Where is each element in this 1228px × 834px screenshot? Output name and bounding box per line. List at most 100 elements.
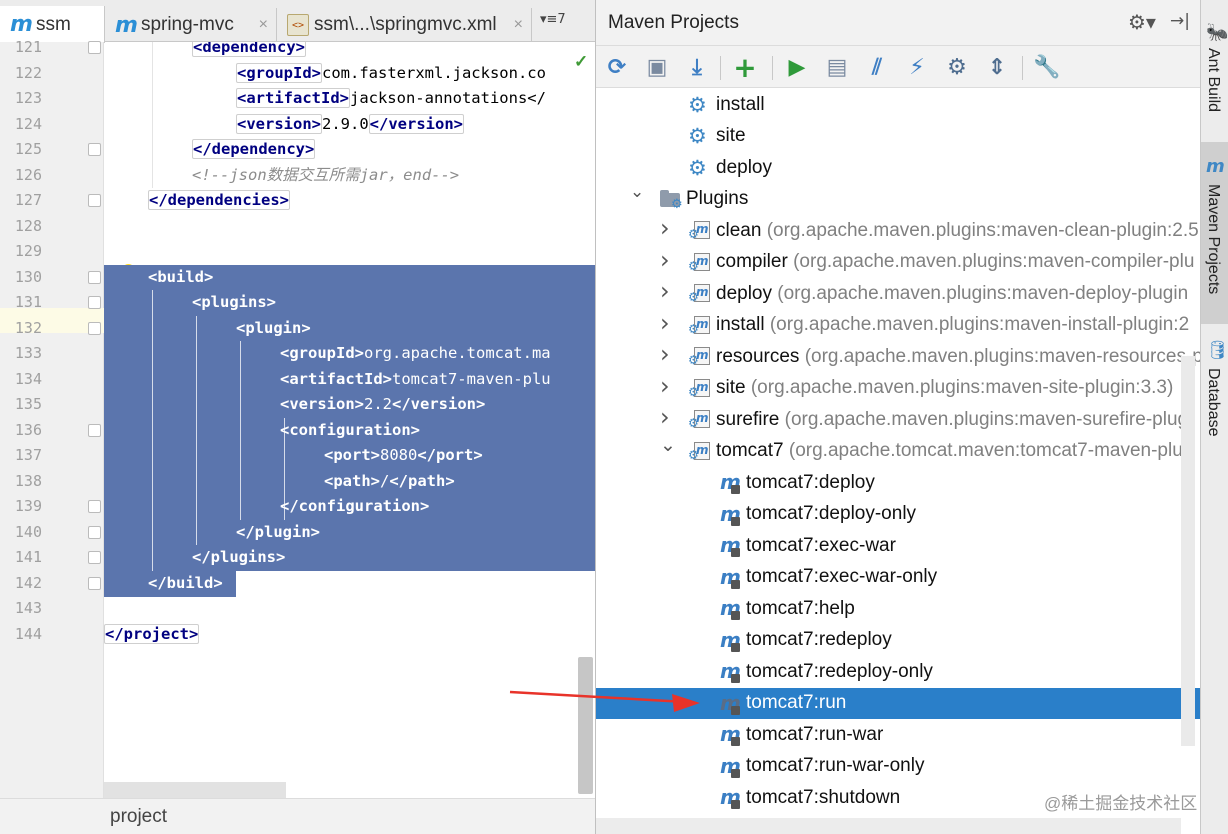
code-line: </dependency>: [192, 137, 316, 162]
maven-m-icon: m: [1206, 156, 1225, 177]
code-line: <!--json数据交互所需jar，end-->: [192, 163, 459, 188]
goal-tomcat7-exec-war-only[interactable]: m tomcat7:exec-war-only: [596, 562, 1200, 593]
lifecycle-phase-install[interactable]: ⚙ install: [596, 89, 1200, 120]
xml-value: 8080: [380, 446, 418, 464]
code-area[interactable]: <dependency> <groupId>com.fasterxml.jacks…: [104, 42, 595, 800]
fold-marker-icon[interactable]: [88, 143, 101, 156]
plugin-site[interactable]: › m ⚙ site (org.apache.maven.plugins:maven-…: [596, 372, 1200, 404]
chevron-right-icon[interactable]: ›: [660, 214, 670, 242]
fold-marker-icon[interactable]: [88, 525, 101, 539]
chevron-right-icon[interactable]: ›: [660, 309, 670, 337]
plugin-clean[interactable]: › m ⚙ clean (org.apache.maven.plugins:maven…: [596, 214, 1200, 246]
goal-tomcat7-redeploy[interactable]: m tomcat7:redeploy: [596, 625, 1200, 656]
tree-horizontal-scrollbar[interactable]: [596, 818, 1181, 834]
plugin-tomcat7[interactable]: ⌄ m ⚙ tomcat7 (org.apache.tomcat.maven:tomc…: [596, 434, 1200, 467]
tree-vertical-scrollbar[interactable]: [1181, 356, 1195, 746]
goal-tomcat7-exec-war[interactable]: m tomcat7:exec-war: [596, 530, 1200, 561]
fold-marker-icon[interactable]: [88, 194, 101, 207]
goal-tomcat7-deploy[interactable]: m tomcat7:deploy: [596, 467, 1200, 498]
chevron-down-icon[interactable]: ⌄: [660, 434, 676, 456]
chevron-right-icon[interactable]: ›: [660, 246, 670, 274]
hide-panel-icon[interactable]: →|: [1170, 11, 1190, 31]
fold-marker-icon[interactable]: [88, 270, 101, 284]
run-button[interactable]: ▶: [782, 52, 812, 82]
tab-springmvc-xml[interactable]: <> ssm\...\springmvc.xml ×: [277, 8, 532, 42]
generate-sources-button[interactable]: ▣: [642, 52, 672, 82]
plugin-name: compiler (org.apache.maven.plugins:maven…: [716, 251, 1194, 273]
line-number: 138: [14, 471, 42, 490]
maven-m-icon: m: [10, 12, 33, 37]
download-button[interactable]: ⤓: [682, 52, 712, 82]
toggle-offline-button[interactable]: ⫽: [862, 52, 892, 82]
chevron-right-icon[interactable]: ›: [660, 340, 670, 368]
plugin-coordinates: (org.apache.maven.plugins:maven-install-…: [769, 314, 1190, 335]
close-icon[interactable]: ×: [514, 16, 523, 34]
editor-pane: m ssm m spring-mvc × <> ssm\...\springmv…: [0, 0, 595, 834]
tab-label: ssm: [35, 13, 71, 35]
breadcrumb-bar: project: [0, 798, 595, 834]
collapse-all-button[interactable]: ⇕: [982, 52, 1012, 82]
close-icon[interactable]: ×: [259, 16, 268, 34]
plugins-folder[interactable]: ⌄ ⚙ Plugins: [596, 182, 1200, 215]
skip-tests-button[interactable]: ⚡: [902, 52, 932, 82]
plugin-deploy[interactable]: › m ⚙ deploy (org.apache.maven.plugins:mave…: [596, 277, 1200, 309]
fold-marker-icon[interactable]: [88, 321, 101, 335]
fold-marker-icon[interactable]: [88, 500, 101, 513]
horizontal-scrollbar[interactable]: [104, 782, 286, 798]
maven-settings-button[interactable]: 🔧: [1032, 52, 1062, 82]
xml-tag: <groupId>: [280, 344, 364, 362]
chevron-down-icon[interactable]: ⌄: [630, 182, 644, 202]
goal-tomcat7-help[interactable]: m tomcat7:help: [596, 593, 1200, 624]
goal-tomcat7-run[interactable]: m tomcat7:run: [596, 687, 1200, 719]
ant-build-tab[interactable]: 🐜 Ant Build: [1201, 0, 1228, 140]
maven-plugin-icon: m ⚙: [688, 410, 710, 430]
maven-goal-icon: m: [720, 564, 741, 589]
vertical-scrollbar[interactable]: [578, 657, 593, 794]
xml-value: /: [380, 471, 390, 490]
fold-marker-icon[interactable]: [88, 551, 101, 564]
breadcrumb[interactable]: project: [110, 806, 167, 828]
reimport-button[interactable]: ⟳: [602, 52, 632, 82]
chevron-right-icon[interactable]: ›: [660, 403, 670, 431]
add-project-button[interactable]: +: [730, 51, 760, 84]
database-tab[interactable]: 🛢 Database: [1201, 330, 1228, 450]
plugin-compiler[interactable]: › m ⚙ compiler (org.apache.maven.plugins:ma…: [596, 246, 1200, 278]
plugin-resources[interactable]: › m ⚙ resources (org.apache.maven.plugins:m…: [596, 340, 1200, 372]
goal-tomcat7-redeploy-only[interactable]: m tomcat7:redeploy-only: [596, 656, 1200, 687]
chevron-right-icon[interactable]: ›: [660, 277, 670, 305]
maven-goal-icon: m: [720, 533, 741, 557]
fold-marker-icon[interactable]: [88, 423, 101, 437]
ant-build-label: Ant Build: [1205, 48, 1222, 113]
plugin-name-text: clean: [716, 219, 762, 241]
line-number: 133: [14, 344, 42, 362]
fold-marker-icon[interactable]: [88, 41, 101, 54]
tab-list-icon[interactable]: ▾≡7: [540, 12, 566, 27]
run-config-button[interactable]: ▤: [822, 52, 852, 82]
goal-tomcat7-deploy-only[interactable]: m tomcat7:deploy-only: [596, 499, 1200, 530]
maven-projects-tab[interactable]: m Maven Projects: [1201, 142, 1228, 324]
goal-label: tomcat7:redeploy-only: [746, 660, 933, 682]
show-dependencies-button[interactable]: ⚙: [942, 52, 972, 82]
line-number: 131: [14, 293, 42, 311]
tab-spring-mvc[interactable]: m spring-mvc ×: [105, 8, 277, 42]
xml-tag: <configuration>: [280, 420, 420, 439]
goal-tomcat7-run-war[interactable]: m tomcat7:run-war: [596, 719, 1200, 750]
line-number: 139: [14, 497, 42, 515]
goal-tomcat7-run-war-only[interactable]: m tomcat7:run-war-only: [596, 751, 1200, 782]
chevron-right-icon[interactable]: ›: [660, 372, 670, 400]
selection-highlight: [104, 519, 595, 546]
fold-marker-icon[interactable]: [88, 576, 101, 590]
code-line: </build>: [148, 571, 223, 596]
fold-marker-icon[interactable]: [88, 296, 101, 309]
line-number: 140: [14, 522, 42, 541]
gear-icon[interactable]: ⚙▾: [1128, 10, 1156, 34]
line-number: 143: [14, 599, 42, 617]
plugin-surefire[interactable]: › m ⚙ surefire (org.apache.maven.plugins:ma…: [596, 403, 1200, 435]
lifecycle-phase-deploy[interactable]: ⚙ deploy: [596, 152, 1200, 183]
plugin-install[interactable]: › m ⚙ install (org.apache.maven.plugins:mav…: [596, 309, 1200, 341]
lifecycle-phase-site[interactable]: ⚙ site: [596, 121, 1200, 152]
xml-tag: </project>: [104, 623, 200, 644]
tab-label: spring-mvc: [140, 14, 234, 35]
xml-tag: </dependencies>: [148, 190, 290, 210]
xml-tag: <build>: [148, 267, 214, 286]
